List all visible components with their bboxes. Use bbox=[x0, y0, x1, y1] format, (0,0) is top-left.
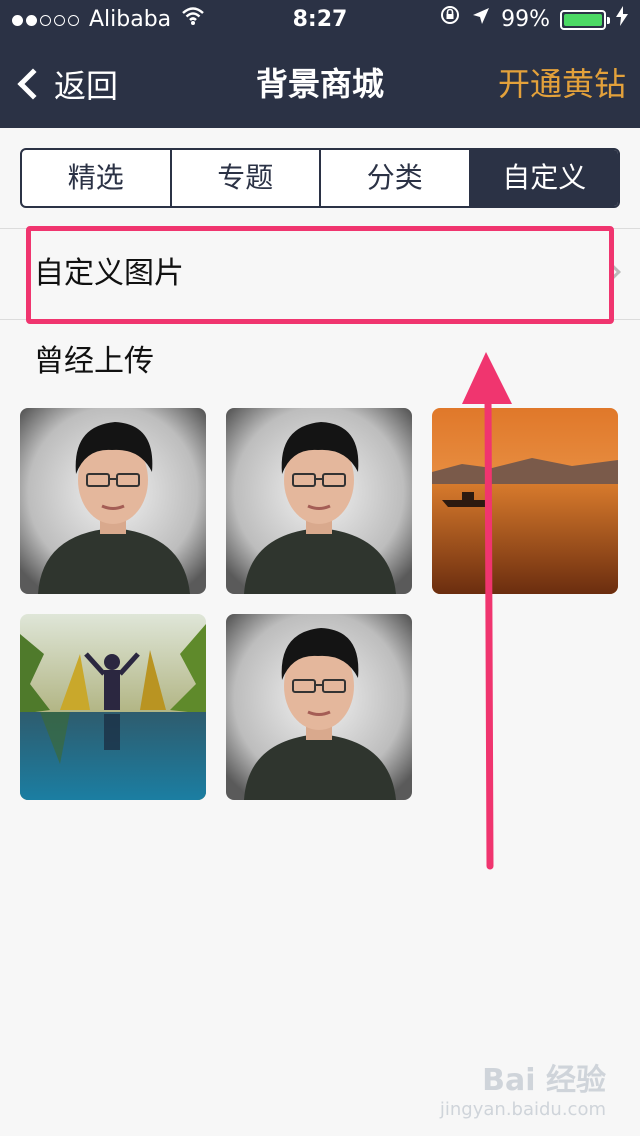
uploaded-photo-sunset[interactable] bbox=[432, 408, 618, 594]
status-right: 99% bbox=[439, 0, 628, 40]
tab-topics[interactable]: 专题 bbox=[172, 150, 321, 206]
uploaded-photo-portrait[interactable] bbox=[226, 614, 412, 800]
location-arrow-icon bbox=[471, 0, 491, 40]
custom-image-row[interactable]: 自定义图片 bbox=[0, 229, 640, 319]
tab-categories[interactable]: 分类 bbox=[321, 150, 471, 206]
watermark-site: jingyan.baidu.com bbox=[439, 1099, 606, 1120]
tab-bar: 精选 专题 分类 自定义 bbox=[20, 148, 620, 208]
open-vip-button[interactable]: 开通黄钻 bbox=[498, 40, 626, 128]
tab-custom[interactable]: 自定义 bbox=[470, 150, 618, 206]
uploaded-photo-field[interactable] bbox=[20, 614, 206, 800]
status-bar: Alibaba 8:27 99% bbox=[0, 0, 640, 40]
watermark-brand: Bai 经验 bbox=[482, 1063, 606, 1098]
chevron-right-icon bbox=[601, 262, 621, 282]
custom-image-label: 自定义图片 bbox=[34, 256, 184, 291]
battery-percent: 99% bbox=[501, 7, 550, 32]
uploaded-photo-portrait[interactable] bbox=[20, 408, 206, 594]
uploaded-photo-portrait[interactable] bbox=[226, 408, 412, 594]
baidu-jingyan-watermark: Bai 经验 jingyan.baidu.com bbox=[440, 1055, 606, 1120]
divider bbox=[0, 319, 640, 320]
tab-featured[interactable]: 精选 bbox=[22, 150, 172, 206]
charging-icon bbox=[616, 0, 628, 40]
top-bar: Alibaba 8:27 99% 返回 背景商城 开通黄钻 bbox=[0, 0, 640, 128]
uploaded-section-title: 曾经上传 bbox=[34, 344, 154, 379]
battery-icon bbox=[560, 10, 610, 30]
rotation-lock-icon bbox=[439, 0, 461, 40]
navigation-bar: 返回 背景商城 开通黄钻 bbox=[0, 40, 640, 128]
battery-fill bbox=[564, 14, 602, 26]
